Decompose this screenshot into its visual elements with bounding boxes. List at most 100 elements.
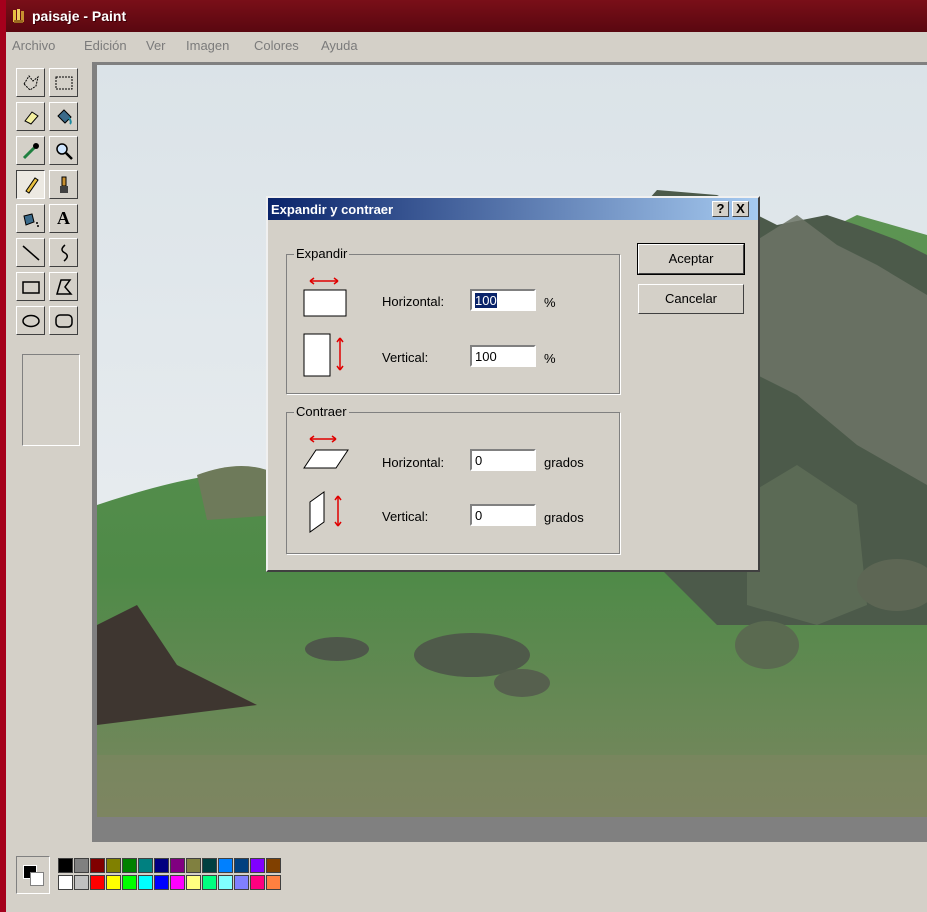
- rect-select-icon: [55, 76, 72, 89]
- palette-swatch[interactable]: [170, 875, 185, 890]
- stretch-horizontal-icon: [303, 277, 347, 317]
- palette-swatch[interactable]: [58, 858, 73, 873]
- cancel-button[interactable]: Cancelar: [638, 284, 744, 314]
- stretch-horizontal-label: Horizontal:: [382, 294, 445, 309]
- ellipse-icon: [21, 314, 40, 327]
- stretch-vertical-icon: [303, 333, 344, 377]
- airbrush-icon: [22, 212, 39, 227]
- stretch-vertical-input[interactable]: 100: [470, 345, 536, 367]
- palette-swatch[interactable]: [170, 858, 185, 873]
- eraser-icon: [23, 110, 39, 125]
- paint-app-icon: [12, 8, 28, 24]
- menu-edicion[interactable]: Edición: [84, 38, 127, 53]
- palette-swatch[interactable]: [106, 875, 121, 890]
- dialog-title: Expandir y contraer: [271, 202, 394, 217]
- palette-swatch[interactable]: [74, 875, 89, 890]
- brush-icon: [59, 176, 68, 193]
- background-color: [30, 872, 44, 886]
- pencil-icon: [24, 176, 39, 194]
- palette-swatch[interactable]: [202, 858, 217, 873]
- menu-ayuda[interactable]: Ayuda: [321, 38, 358, 53]
- skew-vertical-input[interactable]: 0: [470, 504, 536, 526]
- polygon-tool[interactable]: [49, 272, 78, 301]
- fill-tool[interactable]: [49, 102, 78, 131]
- stretch-skew-dialog: Expandir y contraer ? X Aceptar Cancelar…: [266, 196, 760, 572]
- palette-swatch[interactable]: [74, 858, 89, 873]
- polygon-icon: [55, 278, 73, 295]
- palette-swatch[interactable]: [234, 875, 249, 890]
- pencil-tool[interactable]: [16, 170, 45, 199]
- skew-group-label: Contraer: [294, 404, 349, 419]
- palette-swatch[interactable]: [186, 858, 201, 873]
- brush-tool[interactable]: [49, 170, 78, 199]
- curve-icon: [60, 243, 68, 262]
- menu-archivo[interactable]: Archivo: [12, 38, 55, 53]
- palette-swatch[interactable]: [218, 875, 233, 890]
- stretch-group-label: Expandir: [294, 246, 350, 261]
- palette-swatch[interactable]: [234, 858, 249, 873]
- palette-swatch[interactable]: [122, 858, 137, 873]
- ellipse-tool[interactable]: [16, 306, 45, 335]
- color-palette: [12, 850, 412, 900]
- palette-swatch[interactable]: [58, 875, 73, 890]
- rounded-rectangle-tool[interactable]: [49, 306, 78, 335]
- palette-swatch[interactable]: [138, 858, 153, 873]
- palette-swatch[interactable]: [138, 875, 153, 890]
- help-button[interactable]: ?: [712, 201, 729, 217]
- text-icon: A: [57, 208, 70, 228]
- stretch-vertical-label: Vertical:: [382, 350, 429, 365]
- palette-swatch[interactable]: [122, 875, 137, 890]
- palette-swatch[interactable]: [266, 875, 281, 890]
- eraser-tool[interactable]: [16, 102, 45, 131]
- title-bar: paisaje - Paint: [6, 0, 927, 32]
- palette-swatch[interactable]: [250, 858, 265, 873]
- current-colors[interactable]: [16, 856, 50, 894]
- tool-options-box[interactable]: [22, 354, 80, 446]
- stretch-vertical-unit: %: [544, 351, 556, 366]
- palette-swatch[interactable]: [250, 875, 265, 890]
- stretch-horizontal-input[interactable]: 100: [470, 289, 536, 311]
- skew-horizontal-label: Horizontal:: [382, 455, 445, 470]
- airbrush-tool[interactable]: [16, 204, 45, 233]
- line-icon: [22, 244, 39, 261]
- accept-button[interactable]: Aceptar: [637, 243, 745, 275]
- palette-swatch[interactable]: [106, 858, 121, 873]
- palette-swatch[interactable]: [218, 858, 233, 873]
- menu-colores[interactable]: Colores: [254, 38, 299, 53]
- close-button[interactable]: X: [732, 201, 749, 217]
- toolbox: A: [12, 66, 88, 448]
- skew-vertical-unit: grados: [544, 510, 584, 525]
- window-title: paisaje - Paint: [32, 8, 127, 24]
- menu-bar: Archivo Edición Ver Imagen Colores Ayuda: [6, 34, 927, 56]
- skew-vertical-label: Vertical:: [382, 509, 429, 524]
- rounded-rectangle-icon: [54, 313, 73, 328]
- line-tool[interactable]: [16, 238, 45, 267]
- color-picker-tool[interactable]: [16, 136, 45, 165]
- palette-swatch[interactable]: [154, 875, 169, 890]
- eyedropper-icon: [22, 142, 39, 159]
- palette-swatch[interactable]: [266, 858, 281, 873]
- paint-bucket-icon: [56, 108, 72, 125]
- palette-swatch[interactable]: [90, 858, 105, 873]
- skew-horizontal-input[interactable]: 0: [470, 449, 536, 471]
- palette-swatch[interactable]: [154, 858, 169, 873]
- rect-select-tool[interactable]: [49, 68, 78, 97]
- free-select-tool[interactable]: [16, 68, 45, 97]
- dialog-title-bar: Expandir y contraer ? X: [268, 198, 758, 220]
- skew-horizontal-unit: grados: [544, 455, 584, 470]
- text-tool[interactable]: A: [49, 204, 78, 233]
- skew-horizontal-icon: [303, 435, 349, 469]
- rectangle-tool[interactable]: [16, 272, 45, 301]
- menu-ver[interactable]: Ver: [146, 38, 166, 53]
- magnifier-tool[interactable]: [49, 136, 78, 165]
- rectangle-icon: [21, 280, 40, 294]
- palette-swatch[interactable]: [90, 875, 105, 890]
- magnifier-icon: [55, 142, 73, 160]
- palette-swatch[interactable]: [202, 875, 217, 890]
- skew-vertical-icon: [309, 491, 342, 533]
- stretch-horizontal-unit: %: [544, 295, 556, 310]
- menu-imagen[interactable]: Imagen: [186, 38, 229, 53]
- curve-tool[interactable]: [49, 238, 78, 267]
- free-select-icon: [22, 74, 39, 91]
- palette-swatch[interactable]: [186, 875, 201, 890]
